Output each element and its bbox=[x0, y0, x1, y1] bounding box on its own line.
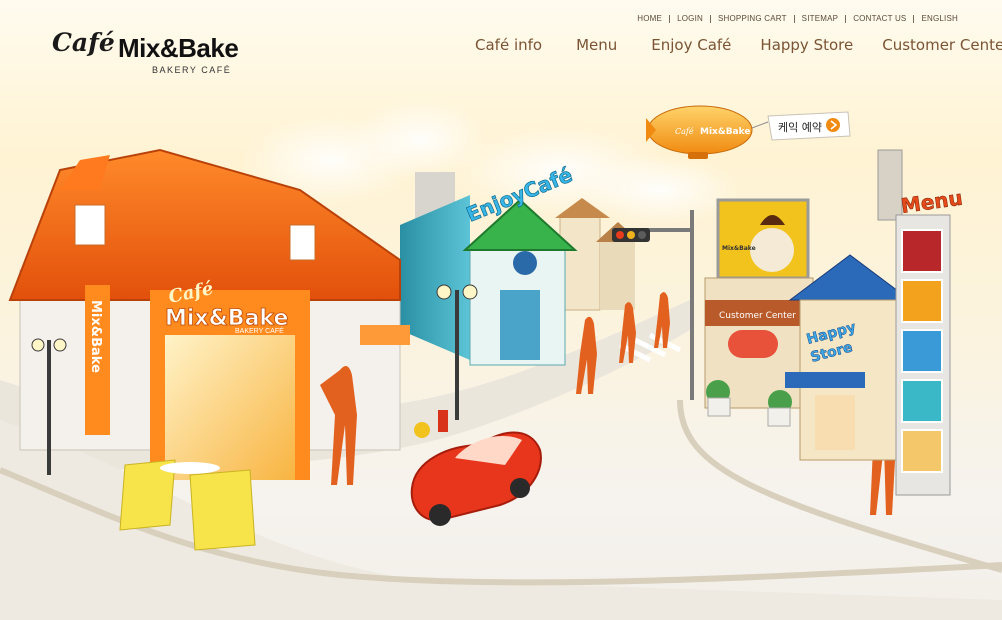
util-divider bbox=[669, 14, 671, 23]
blimp[interactable]: Café Mix&Bake 케익 예약 bbox=[646, 105, 851, 159]
red-car bbox=[410, 431, 542, 526]
cake-reservation-label: 케익 예약 bbox=[778, 120, 822, 134]
street-scene-illustration: EnjoyCafé Café Mix&Bake BAKERY CAFÉ Mix&… bbox=[0, 100, 1002, 620]
utility-nav: HOME LOGIN SHOPPING CART SITEMAP CONTACT… bbox=[637, 14, 958, 23]
logo-tagline: BAKERY CAFÉ bbox=[152, 65, 232, 75]
vertical-shop-sign: Mix&Bake bbox=[88, 300, 103, 373]
util-home-link[interactable]: HOME bbox=[637, 14, 662, 23]
svg-text:Café: Café bbox=[675, 127, 694, 136]
util-divider bbox=[845, 14, 847, 23]
nav-cafe-info[interactable]: Café info bbox=[475, 36, 542, 54]
nav-menu[interactable]: Menu bbox=[576, 36, 617, 54]
blimp-label: Mix&Bake bbox=[700, 127, 750, 137]
util-english-link[interactable]: ENGLISH bbox=[921, 14, 958, 23]
util-divider bbox=[913, 14, 915, 23]
customer-center-sign: Customer Center bbox=[719, 311, 796, 321]
util-divider bbox=[709, 14, 711, 23]
ice-cream-billboard: Mix&Bake bbox=[716, 198, 810, 280]
nav-customer-center[interactable]: Customer Center bbox=[882, 36, 1002, 54]
nav-enjoy-cafe[interactable]: Enjoy Café bbox=[651, 36, 731, 54]
util-sitemap-link[interactable]: SITEMAP bbox=[802, 14, 839, 23]
util-login-link[interactable]: LOGIN bbox=[677, 14, 703, 23]
menu-sign: Menu bbox=[899, 186, 964, 218]
util-contact-us-link[interactable]: CONTACT US bbox=[853, 14, 906, 23]
site-logo[interactable]: Café Mix&Bake BAKERY CAFÉ bbox=[52, 28, 292, 78]
nav-happy-store[interactable]: Happy Store bbox=[760, 36, 853, 54]
shop-sign-tagline: BAKERY CAFÉ bbox=[235, 326, 284, 335]
logo-name: Mix&Bake bbox=[118, 33, 239, 63]
util-divider bbox=[793, 14, 795, 23]
logo-script: Café bbox=[52, 28, 115, 57]
main-nav: Café info Menu Enjoy Café Happy Store Cu… bbox=[475, 36, 1002, 54]
billboard-label: Mix&Bake bbox=[722, 245, 756, 252]
arrow-right-icon bbox=[826, 118, 840, 132]
util-shopping-cart-link[interactable]: SHOPPING CART bbox=[718, 14, 787, 23]
